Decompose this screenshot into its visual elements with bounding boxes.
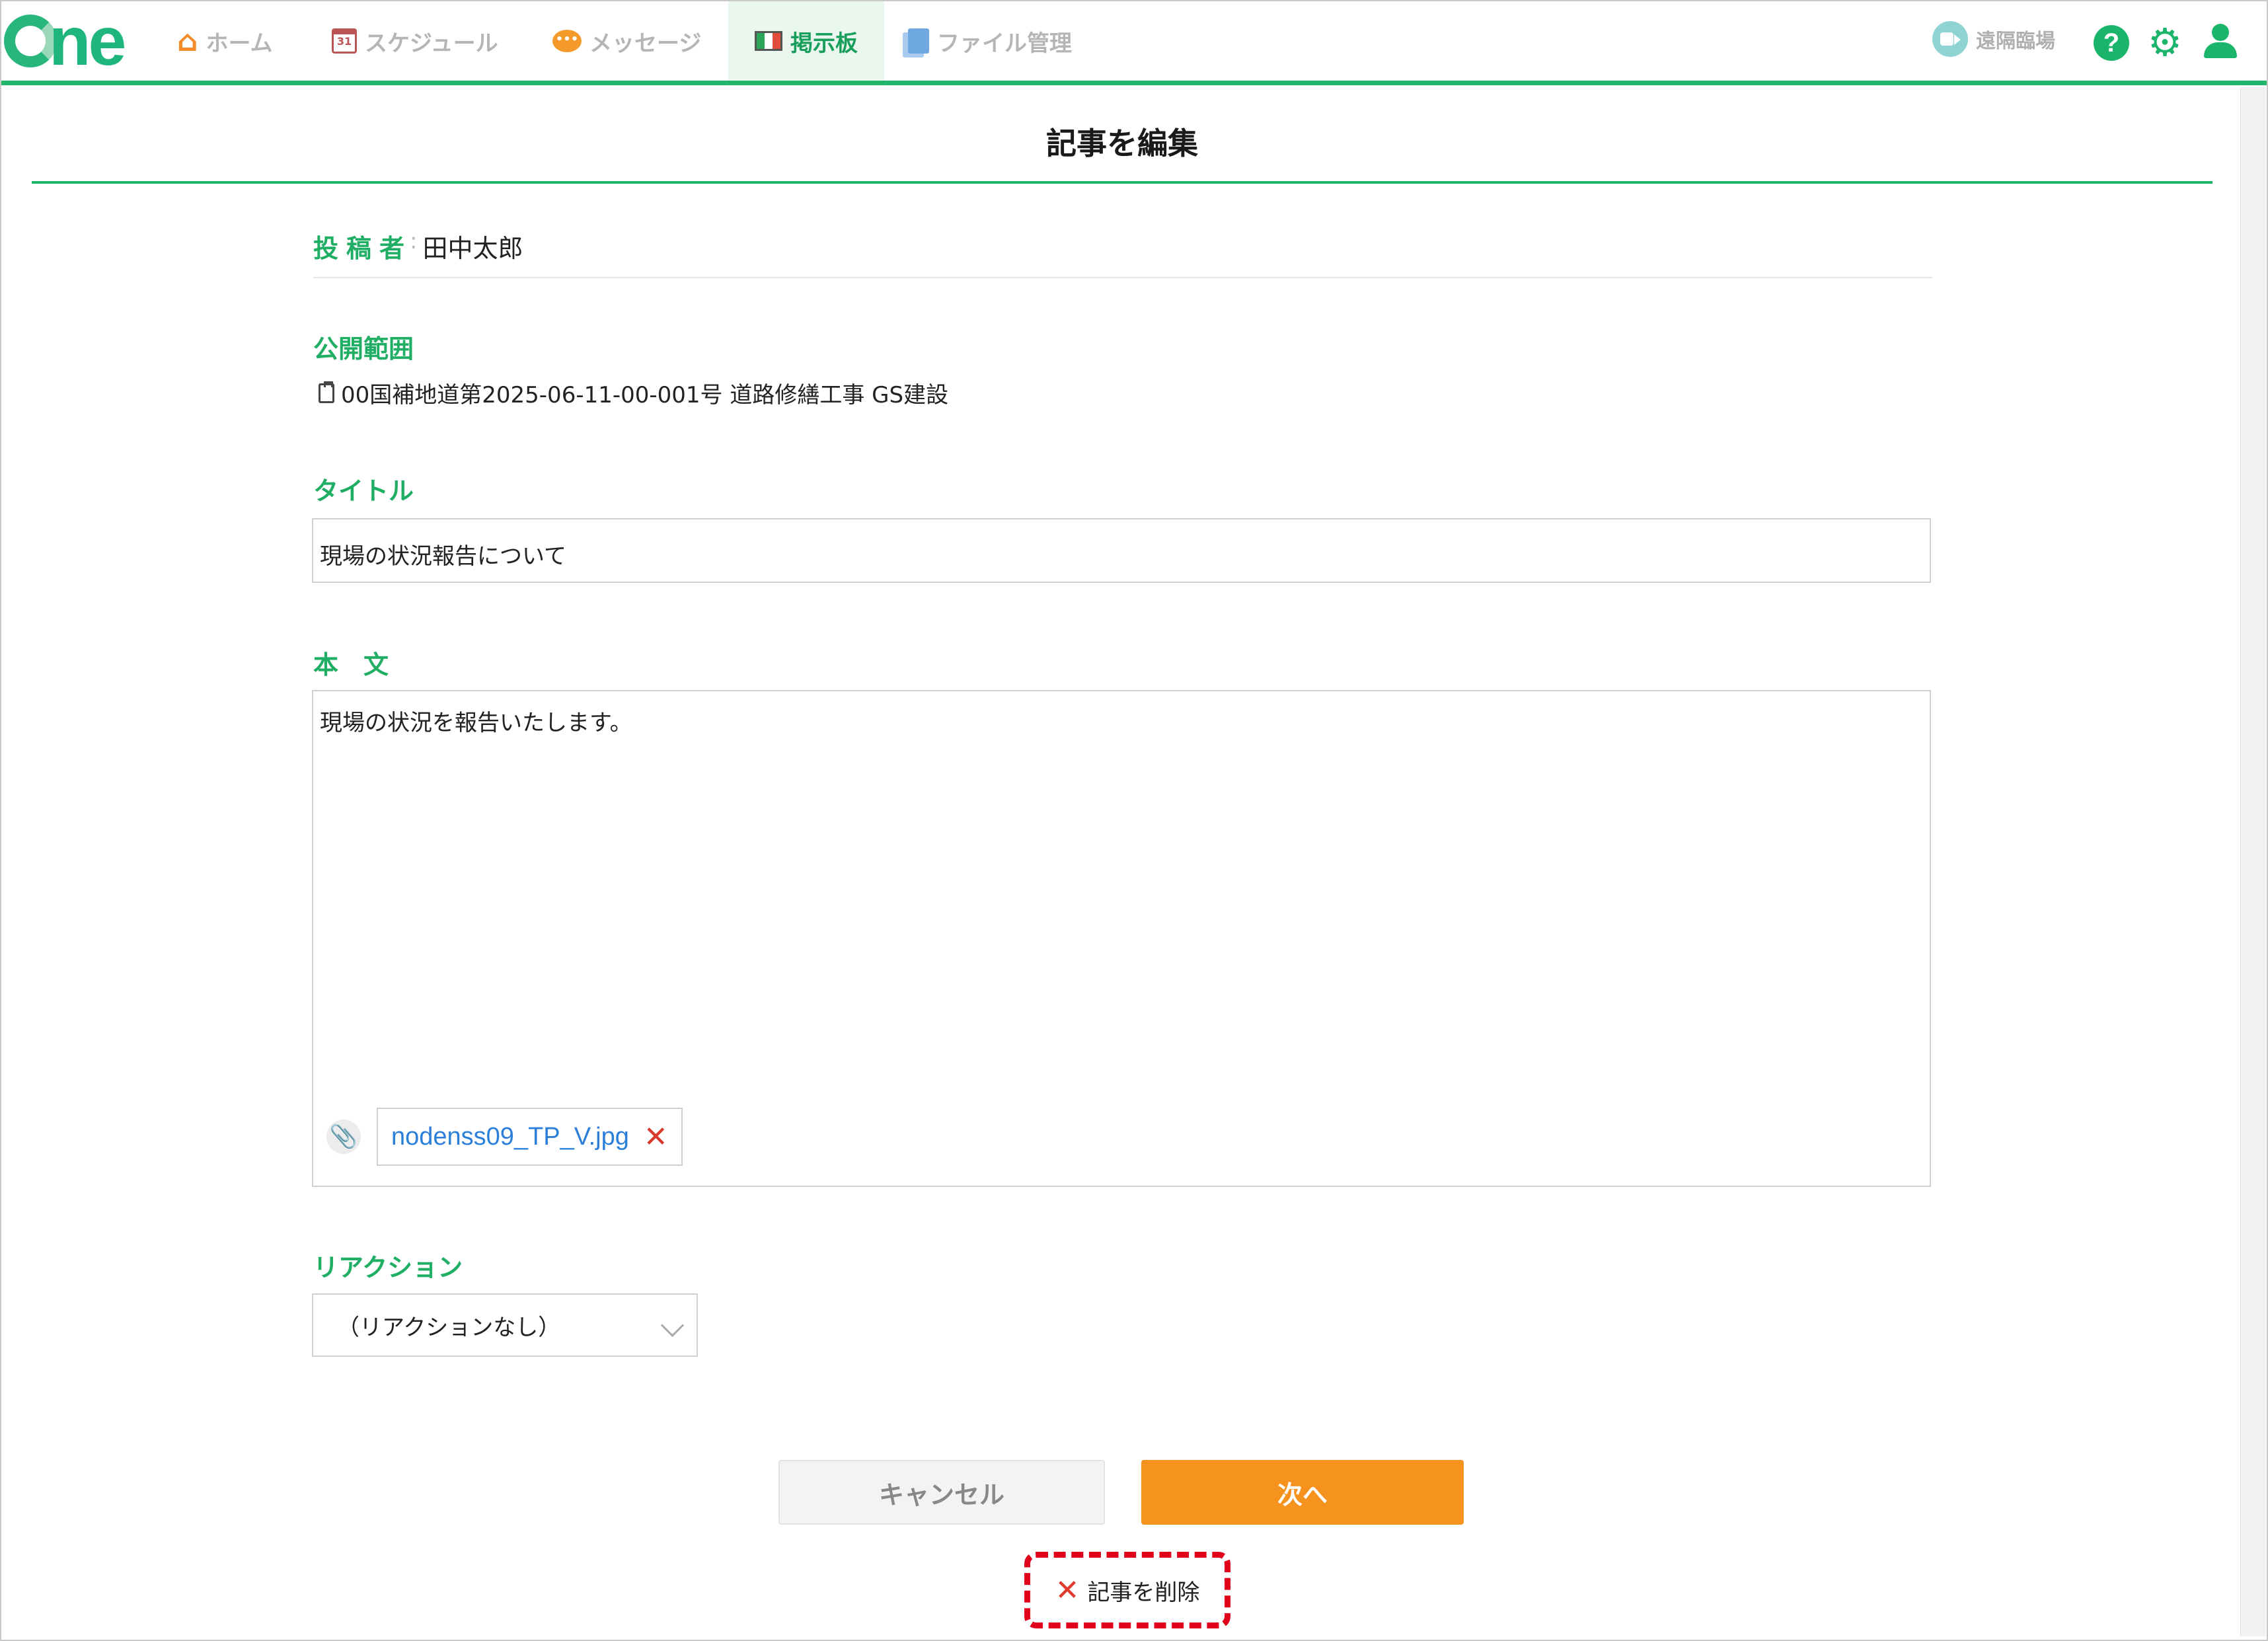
user-icon-body xyxy=(2204,42,2237,58)
help-icon[interactable]: ? xyxy=(2094,25,2129,61)
logo-text: ne xyxy=(49,3,126,80)
author-name: 田中太郎 xyxy=(422,234,523,263)
video-camera-icon xyxy=(1932,21,1968,57)
message-icon: ••• xyxy=(552,30,582,52)
body-textarea[interactable]: 現場の状況を報告いたします。 📎 nodenss09_TP_V.jpg ✕ xyxy=(312,690,1931,1187)
vertical-scrollbar[interactable] xyxy=(2240,87,2266,1636)
file-icon xyxy=(908,28,929,54)
gear-icon[interactable]: ⚙ xyxy=(2148,21,2182,63)
remote-site-button[interactable]: 遠隔臨場 xyxy=(1932,21,2055,57)
nav-files-label: ファイル管理 xyxy=(937,30,1072,57)
board-icon xyxy=(755,31,782,51)
delete-x-icon: ✕ xyxy=(1055,1573,1080,1607)
cancel-button[interactable]: キャンセル xyxy=(778,1460,1105,1525)
scope-label: 公開範囲 xyxy=(313,334,414,363)
remote-site-label: 遠隔臨場 xyxy=(1976,30,2055,53)
body-label: 本 文 xyxy=(313,650,389,679)
nav-message[interactable]: ••• メッセージ xyxy=(552,1,718,81)
next-button[interactable]: 次へ xyxy=(1141,1460,1464,1525)
nav-board[interactable]: 掲示板 xyxy=(728,1,884,81)
reaction-label: リアクション xyxy=(313,1253,463,1282)
nav-schedule-label: スケジュール xyxy=(365,30,498,57)
delete-article-button[interactable]: ✕ 記事を削除 xyxy=(1024,1552,1230,1628)
nav-schedule[interactable]: 31 スケジュール xyxy=(332,1,517,81)
reaction-selected-value: （リアクションなし） xyxy=(337,1315,561,1341)
attachment-area: 📎 nodenss09_TP_V.jpg ✕ xyxy=(326,1108,683,1166)
user-icon[interactable] xyxy=(2202,24,2239,61)
nav-message-label: メッセージ xyxy=(589,30,702,57)
author-label: 投稿者 xyxy=(313,234,413,263)
title-input[interactable]: 現場の状況報告について xyxy=(312,518,1931,583)
scope-value: 00国補地道第2025-06-11-00-001号 道路修繕工事 GS建設 xyxy=(341,382,949,408)
nav-files[interactable]: ファイル管理 xyxy=(908,1,1086,81)
top-nav: ne ⌂ ホーム 31 スケジュール ••• メッセージ 掲示板 ファイル管理 … xyxy=(1,1,2267,85)
calendar-icon: 31 xyxy=(332,28,357,54)
delete-article-label: 記事を削除 xyxy=(1087,1579,1200,1606)
nav-home-label: ホーム xyxy=(206,30,273,57)
reaction-select[interactable]: （リアクションなし） xyxy=(312,1293,698,1357)
clipboard-icon xyxy=(319,381,334,403)
nav-home[interactable]: ⌂ ホーム xyxy=(177,1,289,81)
nav-board-label: 掲示板 xyxy=(790,30,858,57)
attachment-filename[interactable]: nodenss09_TP_V.jpg xyxy=(391,1123,629,1151)
title-label: タイトル xyxy=(313,477,414,506)
home-icon: ⌂ xyxy=(177,24,198,58)
app-logo[interactable]: ne xyxy=(4,3,130,80)
user-icon-head xyxy=(2212,24,2229,41)
remove-attachment-icon[interactable]: ✕ xyxy=(644,1120,668,1154)
author-colon: : xyxy=(410,228,418,254)
page-title: 記事を編集 xyxy=(32,99,2212,184)
title-input-value: 現場の状況報告について xyxy=(320,543,566,570)
scope-value-row: 00国補地道第2025-06-11-00-001号 道路修繕工事 GS建設 xyxy=(319,377,948,409)
body-textarea-value: 現場の状況を報告いたします。 xyxy=(320,710,632,736)
author-row: 投稿者 : 田中太郎 xyxy=(313,228,1932,278)
chevron-down-icon xyxy=(660,1313,685,1338)
paperclip-icon[interactable]: 📎 xyxy=(326,1120,361,1154)
attachment-chip[interactable]: nodenss09_TP_V.jpg ✕ xyxy=(377,1108,683,1166)
